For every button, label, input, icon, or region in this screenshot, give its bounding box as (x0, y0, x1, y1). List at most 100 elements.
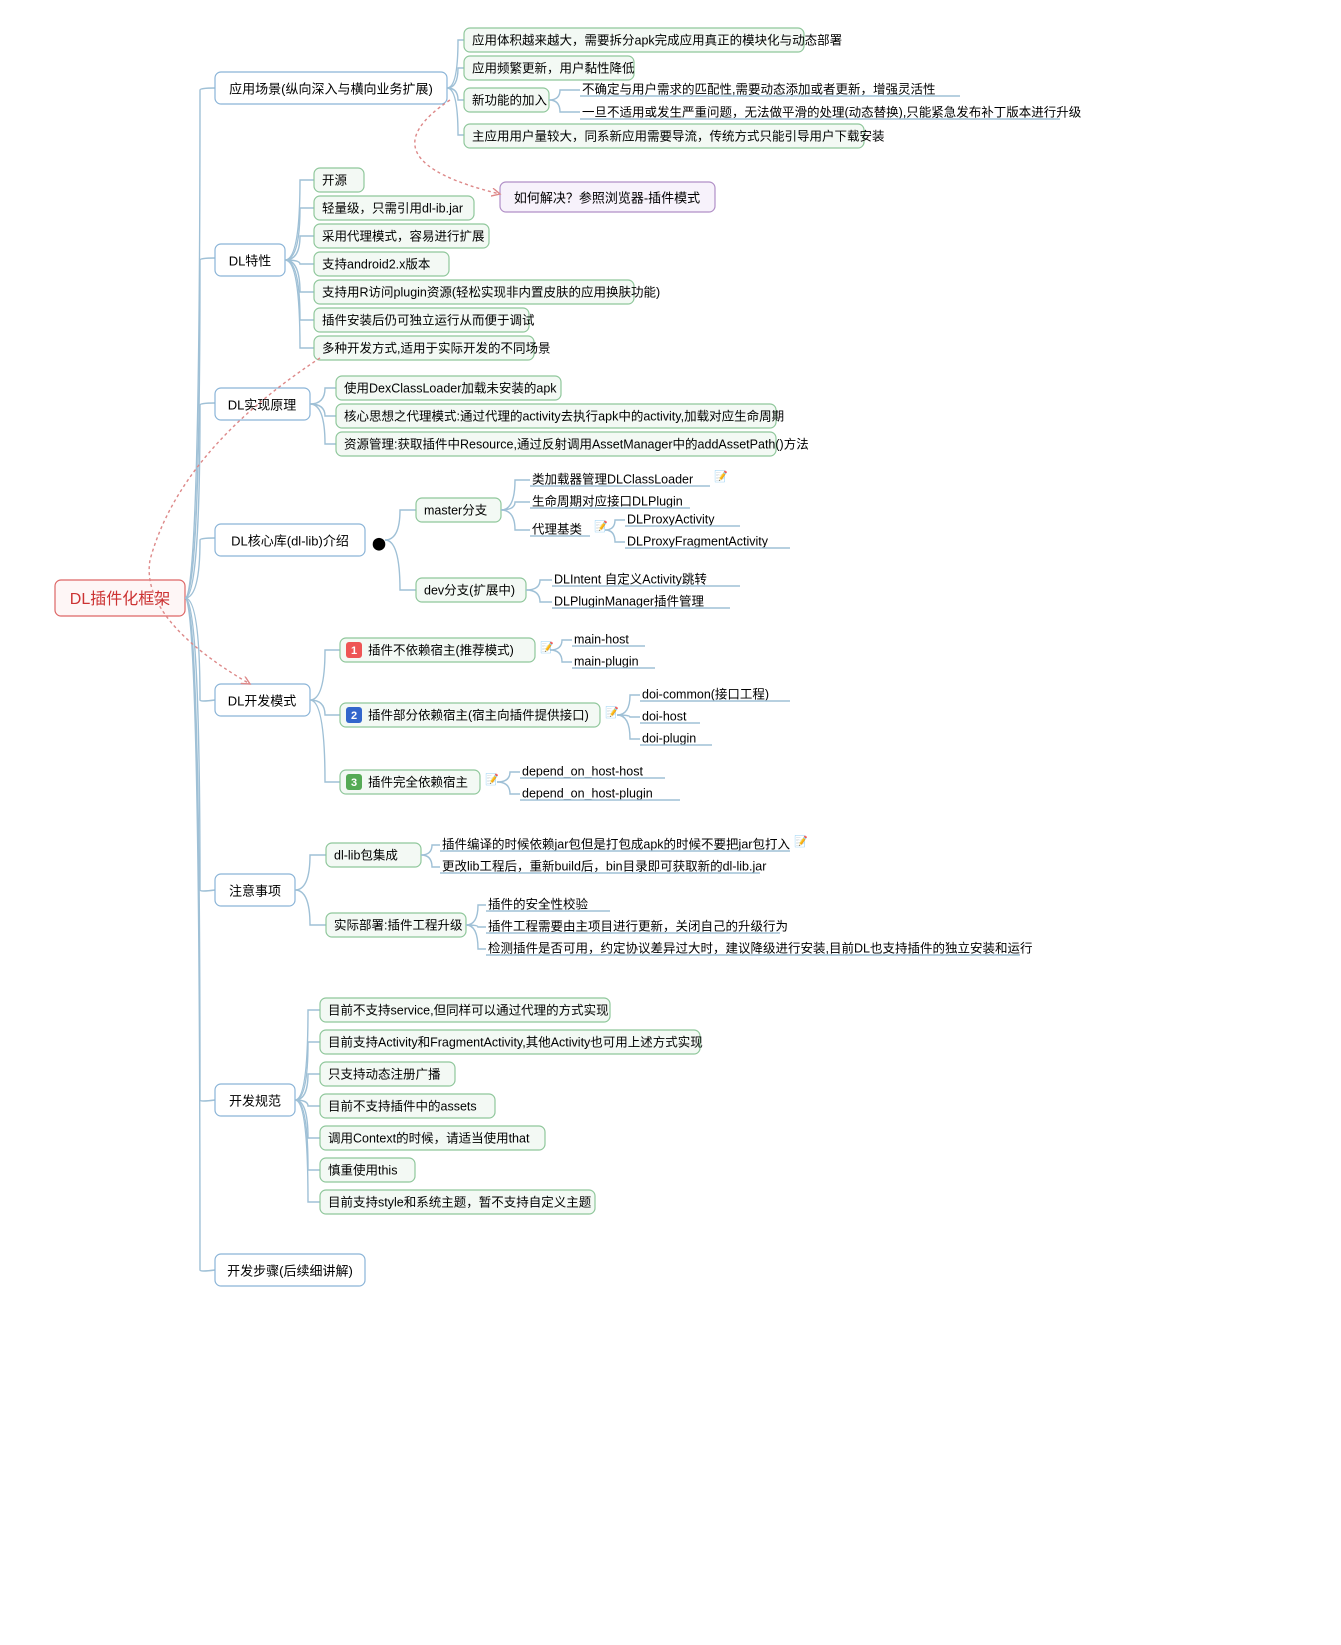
spec-c3: 只支持动态注册广播 (320, 1062, 455, 1086)
svg-text:只支持动态注册广播: 只支持动态注册广播 (328, 1066, 441, 1081)
svg-text:新功能的加入: 新功能的加入 (472, 92, 548, 107)
edit-icon[interactable]: 📝 (594, 520, 608, 533)
feat-c3: 采用代理模式，容易进行扩展 (314, 224, 489, 248)
svg-text:开发步骤(后续细讲解): 开发步骤(后续细讲解) (227, 1263, 353, 1278)
svg-text:应用体积越来越大，需要拆分apk完成应用真正的模块化与动态部: 应用体积越来越大，需要拆分apk完成应用真正的模块化与动态部署 (472, 32, 842, 47)
svg-text:插件安装后仍可独立运行从而便于调试: 插件安装后仍可独立运行从而便于调试 (322, 312, 535, 327)
svg-text:2: 2 (351, 710, 357, 722)
core-m3: 代理基类 (532, 522, 583, 536)
note-dep3: 检测插件是否可用，约定协议差异过大时，建议降级进行安装,目前DL也支持插件的独立… (488, 940, 1032, 955)
feat-c5: 支持用R访问plugin资源(轻松实现非内置皮肤的应用换肤功能) (314, 280, 660, 304)
mode-node[interactable]: DL开发模式 (215, 684, 310, 716)
conn (549, 100, 580, 112)
spec-c2: 目前支持Activity和FragmentActivity,其他Activity… (320, 1030, 703, 1054)
core-m1: 类加载器管理DLClassLoader (532, 471, 693, 486)
spec-node[interactable]: 开发规范 (215, 1084, 295, 1116)
svg-text:1: 1 (351, 645, 357, 657)
conn (421, 845, 440, 855)
conn (549, 90, 580, 100)
svg-text:使用DexClassLoader加载未安装的apk: 使用DexClassLoader加载未安装的apk (344, 380, 557, 395)
root-node[interactable]: DL插件化框架 (55, 580, 185, 616)
mode-3[interactable]: 3 插件完全依赖宿主 (340, 770, 480, 794)
svg-text:DL实现原理: DL实现原理 (228, 397, 297, 412)
scene-c3b: 一旦不适用或发生严重问题，无法做平滑的处理(动态替换),只能紧急发布补丁版本进行… (582, 104, 1082, 119)
svg-text:核心思想之代理模式:通过代理的activity去执行apk中: 核心思想之代理模式:通过代理的activity去执行apk中的activity,… (344, 408, 784, 423)
edit-icon[interactable]: 📝 (485, 773, 499, 786)
edit-icon[interactable]: 📝 (714, 470, 728, 483)
impl-c2: 核心思想之代理模式:通过代理的activity去执行apk中的activity,… (336, 404, 784, 428)
svg-text:调用Context的时候，请适当使用that: 调用Context的时候，请适当使用that (328, 1130, 530, 1145)
conn (617, 695, 640, 715)
github-icon[interactable]: ⬤ (372, 536, 386, 551)
svg-text:DL核心库(dl-lib)介绍: DL核心库(dl-lib)介绍 (231, 533, 349, 548)
conn (466, 925, 486, 949)
core-m3a: DLProxyActivity (627, 512, 715, 526)
svg-text:dev分支(扩展中): dev分支(扩展中) (424, 582, 515, 597)
impl-node[interactable]: DL实现原理 (215, 388, 310, 420)
root-label: DL插件化框架 (70, 590, 170, 608)
mode-3a: depend_on_host-host (522, 764, 643, 778)
spec-c5: 调用Context的时候，请适当使用that (320, 1126, 545, 1150)
mode-1[interactable]: 1 插件不依赖宿主(推荐模式) (340, 638, 535, 662)
edit-icon[interactable]: 📝 (794, 835, 808, 848)
svg-text:慎重使用this: 慎重使用this (328, 1162, 397, 1177)
core-m2: 生命周期对应接口DLPlugin (532, 493, 683, 508)
note-node[interactable]: 注意事项 (215, 874, 295, 906)
conn (285, 208, 314, 260)
conn (526, 580, 552, 590)
scene-c3a: 不确定与用户需求的匹配性,需要动态添加或者更新，增强灵活性 (582, 81, 935, 96)
conn (605, 520, 625, 530)
note-dep[interactable]: 实际部署:插件工程升级 (326, 913, 466, 937)
svg-text:应用频繁更新，用户黏性降低: 应用频繁更新，用户黏性降低 (472, 60, 635, 75)
svg-text:目前不支持插件中的assets: 目前不支持插件中的assets (328, 1098, 477, 1113)
core-dev[interactable]: dev分支(扩展中) (416, 578, 526, 602)
mode-2a: doi-common(接口工程) (642, 686, 769, 701)
conn (295, 1100, 320, 1202)
steps-node[interactable]: 开发步骤(后续细讲解) (215, 1254, 365, 1286)
conn (385, 510, 416, 540)
edit-icon[interactable]: 📝 (605, 706, 619, 719)
spec-c6: 慎重使用this (320, 1158, 415, 1182)
mode-2[interactable]: 2 插件部分依赖宿主(宿主向插件提供接口) (340, 703, 600, 727)
svg-text:采用代理模式，容易进行扩展: 采用代理模式，容易进行扩展 (322, 228, 485, 243)
conn (295, 1074, 320, 1100)
conn (501, 480, 530, 510)
core-node[interactable]: DL核心库(dl-lib)介绍 (215, 524, 365, 556)
conn (185, 598, 215, 891)
svg-text:目前不支持service,但同样可以通过代理的方式实现: 目前不支持service,但同样可以通过代理的方式实现 (328, 1002, 609, 1017)
spec-c4: 目前不支持插件中的assets (320, 1094, 495, 1118)
conn (497, 772, 520, 782)
impl-c3: 资源管理:获取插件中Resource,通过反射调用AssetManager中的a… (336, 432, 809, 456)
feat-node[interactable]: DL特性 (215, 244, 285, 276)
conn (285, 260, 314, 292)
core-master[interactable]: master分支 (416, 498, 501, 522)
feat-c7: 多种开发方式,适用于实际开发的不同场景 (314, 336, 550, 360)
note-dep1: 插件的安全性校验 (488, 896, 589, 911)
svg-text:目前支持style和系统主题，暂不支持自定义主题: 目前支持style和系统主题，暂不支持自定义主题 (328, 1194, 592, 1209)
conn (295, 1042, 320, 1100)
svg-text:插件完全依赖宿主: 插件完全依赖宿主 (368, 774, 468, 789)
svg-text:dl-lib包集成: dl-lib包集成 (334, 847, 398, 862)
conn (497, 782, 520, 794)
conn (185, 403, 215, 598)
conn (285, 236, 314, 260)
svg-text:DL开发模式: DL开发模式 (228, 693, 297, 708)
svg-text:实际部署:插件工程升级: 实际部署:插件工程升级 (334, 917, 463, 932)
scene-node[interactable]: 应用场景(纵向深入与横向业务扩展) (215, 72, 447, 104)
impl-c1: 使用DexClassLoader加载未安装的apk (336, 376, 561, 400)
spec-c1: 目前不支持service,但同样可以通过代理的方式实现 (320, 998, 610, 1022)
conn (421, 855, 440, 867)
edit-icon[interactable]: 📝 (540, 641, 554, 654)
conn (385, 540, 416, 590)
scene-c3[interactable]: 新功能的加入 (464, 88, 549, 112)
scene-c2: 应用频繁更新，用户黏性降低 (464, 56, 635, 80)
feat-c6: 插件安装后仍可独立运行从而便于调试 (314, 308, 535, 332)
note-lib[interactable]: dl-lib包集成 (326, 843, 421, 867)
scene-c1: 应用体积越来越大，需要拆分apk完成应用真正的模块化与动态部署 (464, 28, 842, 52)
svg-text:多种开发方式,适用于实际开发的不同场景: 多种开发方式,适用于实际开发的不同场景 (322, 340, 550, 355)
conn (310, 650, 340, 700)
feat-c4: 支持android2.x版本 (314, 252, 449, 276)
conn (310, 404, 336, 416)
svg-text:主应用用户量较大，同系新应用需要导流，传统方式只能引导用户下: 主应用用户量较大，同系新应用需要导流，传统方式只能引导用户下载安装 (472, 128, 885, 143)
solution-node[interactable]: 如何解决？参照浏览器-插件模式 (500, 182, 715, 212)
